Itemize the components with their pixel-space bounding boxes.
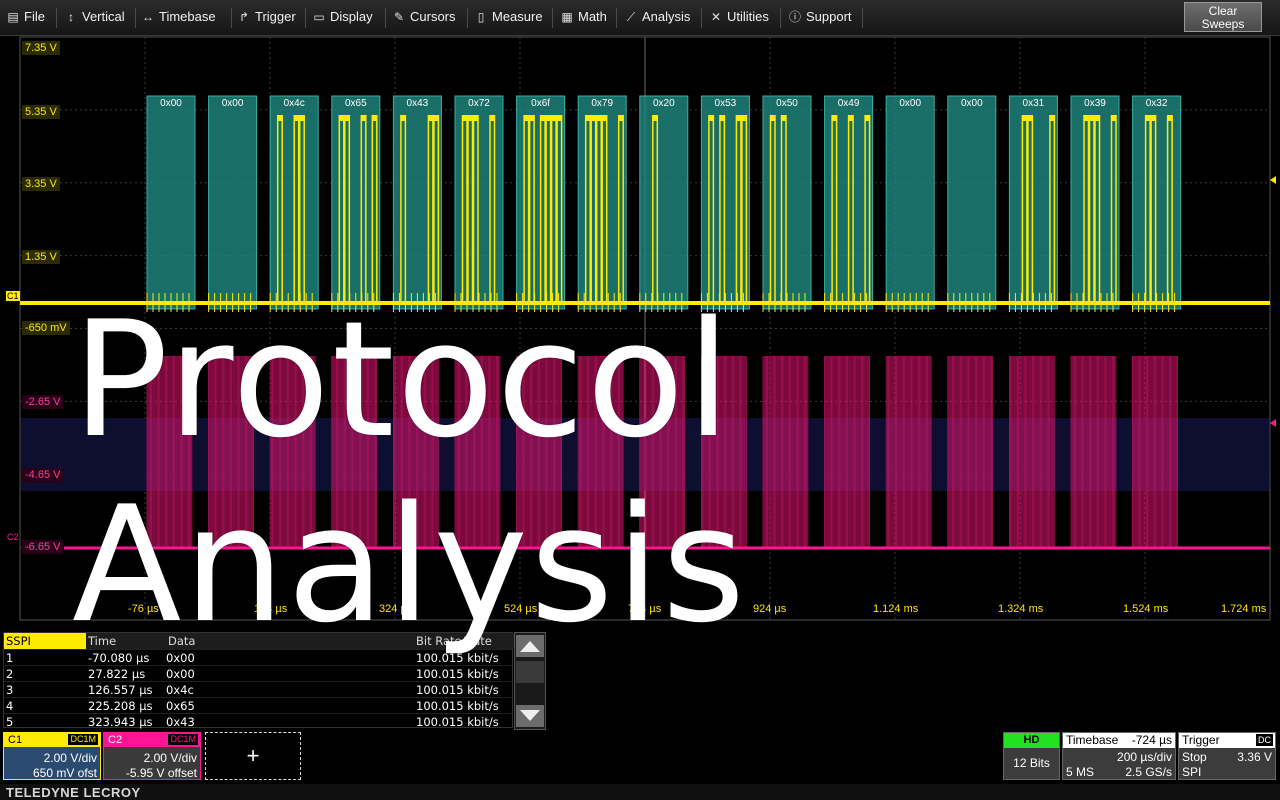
decode-byte-label: 0x32	[1146, 98, 1168, 109]
c1-descriptor[interactable]: C1 DC1M 2.00 V/div 650 mV ofst	[3, 732, 101, 780]
c1-axis-label: 5.35 V	[22, 105, 60, 119]
row-time: 126.557 µs	[88, 683, 153, 697]
row-data: 0x65	[166, 699, 195, 713]
row-index: 4	[6, 699, 14, 713]
row-index: 2	[6, 667, 14, 681]
decode-byte-label: 0x00	[160, 98, 182, 109]
trigger-type: SPI	[1182, 765, 1202, 779]
c2-ground-marker[interactable]: C2	[7, 532, 19, 542]
c1-name: C1	[8, 734, 23, 746]
c1-axis-label: 3.35 V	[22, 177, 60, 191]
c1-axis-label: -650 mV	[22, 321, 70, 335]
c2-vdiv: 2.00 V/div	[143, 751, 197, 765]
trigger-label: Trigger	[1182, 733, 1220, 747]
decode-byte-label: 0x00	[222, 98, 244, 109]
c2-offset-marker	[1270, 419, 1276, 427]
plus-icon: +	[246, 743, 260, 768]
add-channel-button[interactable]: +	[205, 732, 301, 780]
decode-byte-label: 0x79	[591, 98, 613, 109]
c2-name: C2	[108, 734, 123, 746]
c2-descriptor[interactable]: C2 DC1M 2.00 V/div -5.95 V offset	[103, 732, 201, 780]
row-data: 0x00	[166, 667, 195, 681]
decode-byte-box	[208, 95, 258, 310]
row-data: 0x4c	[166, 683, 194, 697]
hd-status[interactable]: HD 12 Bits	[1003, 732, 1060, 780]
row-time: 225.208 µs	[88, 699, 153, 713]
scroll-thumb[interactable]	[516, 661, 544, 683]
decode-byte-label: 0x49	[838, 98, 860, 109]
timebase-delay: -724 µs	[1131, 733, 1172, 747]
row-time: 27.822 µs	[88, 667, 146, 681]
decode-byte-box	[1132, 95, 1182, 310]
table-row[interactable]: 2 27.822 µs 0x00 100.015 kbit/s	[4, 665, 512, 682]
decode-byte-label: 0x00	[899, 98, 921, 109]
time-axis-label: 1.524 ms	[1123, 603, 1169, 615]
timebase-div: 200 µs/div	[1117, 750, 1172, 764]
decode-byte-label: 0x65	[345, 98, 367, 109]
time-axis-label: 924 µs	[753, 603, 787, 615]
row-rate: 100.015 kbit/s	[416, 715, 499, 729]
footer-bar	[0, 784, 1280, 800]
c2-axis-label: -6.65 V	[22, 540, 64, 554]
trigger-descriptor[interactable]: Trigger DC Stop 3.36 V SPI	[1178, 732, 1276, 780]
decode-byte-label: 0x6f	[531, 98, 550, 109]
time-axis-label: 1.324 ms	[998, 603, 1044, 615]
row-rate: 100.015 kbit/s	[416, 683, 499, 697]
row-data: 0x43	[166, 715, 195, 729]
decode-byte-label: 0x72	[468, 98, 490, 109]
decode-byte-label: 0x50	[776, 98, 798, 109]
timebase-samples: 5 MS	[1066, 765, 1095, 779]
row-time: 323.943 µs	[88, 715, 153, 729]
c1-coupling: DC1M	[68, 734, 98, 745]
trigger-mode: Stop	[1182, 750, 1207, 764]
hd-badge: HD	[1004, 733, 1059, 748]
row-rate: 100.015 kbit/s	[416, 667, 499, 681]
bit-resolution: 12 Bits	[1013, 756, 1050, 770]
row-index: 5	[6, 715, 14, 729]
time-axis-label: 1.724 ms	[1221, 603, 1267, 615]
c1-trigger-level-marker	[1270, 176, 1276, 184]
c1-axis-label: 1.35 V	[22, 250, 60, 264]
scroll-down-button[interactable]	[516, 705, 544, 727]
row-index: 1	[6, 651, 14, 665]
time-axis-label: 1.124 ms	[873, 603, 919, 615]
overlay-title-line1: Protocol	[72, 286, 733, 473]
decode-boxes: 0x00 0x00 0x4c 0x65 0x43 0x72 0x6f 0x79 0x20 0x53…	[146, 95, 1182, 310]
row-index: 3	[6, 683, 14, 697]
c2-offset: -5.95 V offset	[125, 766, 197, 780]
timebase-label: Timebase	[1066, 733, 1119, 747]
decode-byte-label: 0x53	[715, 98, 737, 109]
c1-axis-label: 7.35 V	[22, 41, 60, 55]
trigger-coupling: DC	[1256, 734, 1273, 746]
decode-byte-label: 0x43	[407, 98, 429, 109]
c1-vdiv: 2.00 V/div	[43, 751, 97, 765]
decode-byte-box	[146, 95, 196, 310]
decode-byte-label: 0x00	[961, 98, 983, 109]
c2-coupling: DC1M	[168, 734, 198, 745]
decode-byte-label: 0x4c	[284, 98, 305, 109]
table-row[interactable]: 5 323.943 µs 0x43 100.015 kbit/s	[4, 713, 512, 730]
decode-byte-label: 0x20	[653, 98, 675, 109]
timebase-rate: 2.5 GS/s	[1125, 765, 1172, 779]
timebase-descriptor[interactable]: Timebase -724 µs 200 µs/div 5 MS 2.5 GS/…	[1062, 732, 1176, 780]
table-row[interactable]: 3 126.557 µs 0x4c 100.015 kbit/s	[4, 681, 512, 698]
decode-byte-label: 0x39	[1084, 98, 1106, 109]
overlay-title-line2: Analysis	[72, 471, 748, 658]
decode-byte-box	[639, 95, 689, 310]
decode-byte-label: 0x31	[1023, 98, 1045, 109]
row-rate: 100.015 kbit/s	[416, 699, 499, 713]
c1-ground-marker[interactable]: C1	[6, 291, 20, 301]
c1-offset: 650 mV ofst	[32, 766, 97, 780]
trigger-level: 3.36 V	[1237, 750, 1272, 764]
decode-byte-box	[885, 95, 935, 310]
brand-logo: TELEDYNE LECROY	[6, 785, 141, 800]
table-row[interactable]: 4 225.208 µs 0x65 100.015 kbit/s	[4, 697, 512, 714]
c2-axis-label: -4.65 V	[22, 468, 64, 482]
arrow-down-icon	[520, 710, 540, 721]
c2-axis-label: -2.65 V	[22, 395, 64, 409]
decode-byte-box	[947, 95, 997, 310]
